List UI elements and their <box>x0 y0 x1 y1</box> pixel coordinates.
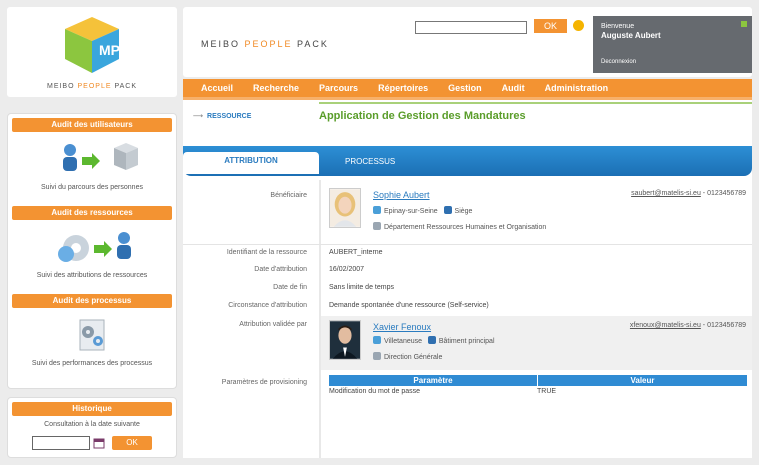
beneficiary-contact: saubert@matelis-si.eu - 0123456789 <box>631 190 746 197</box>
history-header: Historique <box>12 402 172 416</box>
calendar-icon[interactable] <box>93 437 105 449</box>
beneficiary-card: Sophie Aubert saubert@matelis-si.eu - 01… <box>321 184 752 240</box>
field-label: Date d'attribution <box>254 266 307 273</box>
user-box: Bienvenue Auguste Aubert Deconnexion <box>593 16 752 73</box>
nav-item-administration[interactable]: Administration <box>545 83 609 93</box>
audit-processes-link[interactable]: Suivi des performances des processus <box>8 308 176 378</box>
tab-attribution[interactable]: ATTRIBUTION <box>183 152 319 174</box>
column-header-parametre: Paramètre <box>413 376 453 385</box>
beneficiary-name[interactable]: Sophie Aubert <box>373 190 430 200</box>
beneficiary-department: Département Ressources Humaines et Organ… <box>373 222 546 231</box>
value-cell: TRUE <box>537 388 557 395</box>
field-value: Demande spontanée d'une ressource (Self-… <box>329 302 489 309</box>
location-icon <box>373 336 381 344</box>
department-icon <box>373 352 381 360</box>
logo-cube-icon: MP <box>65 17 120 73</box>
building-icon <box>427 336 436 344</box>
user-name: Auguste Aubert <box>601 31 661 40</box>
logout-link[interactable]: Deconnexion <box>601 58 636 67</box>
department-icon <box>373 222 381 230</box>
beneficiary-location: Epinay-sur-Seine Siège <box>373 206 472 215</box>
audit-users-header: Audit des utilisateurs <box>12 118 172 132</box>
nav-item-gestion[interactable]: Gestion <box>448 83 482 93</box>
provisioning-table: Paramètre Valeur Modification du mot de … <box>329 375 747 398</box>
beneficiary-email[interactable]: saubert@matelis-si.eu <box>631 190 701 197</box>
validator-contact: xfenoux@matelis-si.eu - 0123456789 <box>630 322 746 329</box>
validator-department: Direction Générale <box>373 352 442 361</box>
tab-processus[interactable]: PROCESSUS <box>345 157 395 166</box>
validator-avatar <box>329 320 361 360</box>
validator-label: Attribution validée par <box>239 321 307 328</box>
history-date-row: OK <box>32 436 152 452</box>
column-header-valeur: Valeur <box>537 375 747 386</box>
nav-item-parcours[interactable]: Parcours <box>319 83 358 93</box>
history-date-input[interactable] <box>32 436 90 450</box>
audit-resources-header: Audit des ressources <box>12 206 172 220</box>
left-column: MP MEIBO PEOPLE PACK Audit des utilisate… <box>7 7 177 458</box>
history-caption: Consultation à la date suivante <box>44 421 140 428</box>
validator-phone: - 0123456789 <box>700 322 746 329</box>
validator-card: Xavier Fenoux xfenoux@matelis-si.eu - 01… <box>321 316 752 370</box>
main-nav: Accueil Recherche Parcours Répertoires G… <box>183 79 752 100</box>
building-icon <box>443 206 452 214</box>
audit-panel: Audit des utilisateurs Suivi du parcours… <box>7 113 177 389</box>
breadcrumb[interactable]: ⟶ RESSOURCE <box>193 112 251 120</box>
audit-resources-link[interactable]: Suivi des attributions de ressources <box>8 220 176 290</box>
field-value: 16/02/2007 <box>329 266 365 273</box>
audit-processes-header: Audit des processus <box>12 294 172 308</box>
provisioning-label: Paramètres de provisioning <box>221 379 307 386</box>
status-indicator-icon <box>741 21 747 27</box>
search-ok-button[interactable]: OK <box>534 19 567 33</box>
nav-item-recherche[interactable]: Recherche <box>253 83 299 93</box>
search-input[interactable] <box>415 21 527 34</box>
field-label: Identifiant de la ressource <box>226 249 307 256</box>
audit-processes-caption: Suivi des performances des processus <box>31 360 153 367</box>
audit-resources-caption: Suivi des attributions de ressources <box>36 272 148 279</box>
user-greeting: Bienvenue <box>601 23 635 30</box>
validator-name[interactable]: Xavier Fenoux <box>373 322 431 332</box>
logo-initials: MP <box>99 42 120 58</box>
nav-item-audit[interactable]: Audit <box>502 83 525 93</box>
beneficiary-phone: - 0123456789 <box>700 190 746 197</box>
top-header: MEIBO PEOPLE PACK OK Bienvenue Auguste A… <box>183 7 752 77</box>
arrow-right-icon: ⟶ <box>193 113 204 120</box>
tab-bar: ATTRIBUTION PROCESSUS <box>183 146 752 176</box>
validator-location: Villetaneuse Bâtiment principal <box>373 336 495 345</box>
title-divider <box>319 102 752 104</box>
nav-item-accueil[interactable]: Accueil <box>201 83 233 93</box>
user-transfer-icon <box>63 143 138 171</box>
field-value: AUBERT_interne <box>329 249 383 256</box>
field-label: Date de fin <box>273 284 307 291</box>
beneficiary-avatar <box>329 188 361 228</box>
section-divider <box>183 244 752 245</box>
table-row: Modification du mot de passe TRUE <box>329 386 747 398</box>
page-title: Application de Gestion des Mandatures <box>319 110 526 122</box>
table-header: Paramètre Valeur <box>329 375 747 386</box>
param-cell: Modification du mot de passe <box>329 388 421 395</box>
help-icon[interactable] <box>573 20 584 31</box>
nav-item-repertoires[interactable]: Répertoires <box>378 83 428 93</box>
logo-box: MP MEIBO PEOPLE PACK <box>7 7 177 97</box>
audit-users-link[interactable]: Suivi du parcours des personnes <box>8 132 176 202</box>
field-value: Sans limite de temps <box>329 284 394 291</box>
field-label: Circonstance d'attribution <box>228 302 307 309</box>
history-panel: Historique Consultation à la date suivan… <box>7 397 177 458</box>
app-name: MEIBO PEOPLE PACK <box>201 39 329 49</box>
resource-assign-icon <box>58 232 131 262</box>
main-content: ⟶ RESSOURCE Application de Gestion des Ma… <box>183 100 752 458</box>
validator-email[interactable]: xfenoux@matelis-si.eu <box>630 322 701 329</box>
audit-users-caption: Suivi du parcours des personnes <box>41 184 143 191</box>
history-ok-button[interactable]: OK <box>112 436 152 450</box>
process-gears-icon <box>79 319 105 351</box>
beneficiary-label: Bénéficiaire <box>270 192 307 199</box>
location-icon <box>373 206 381 214</box>
logo-text: MEIBO PEOPLE PACK <box>46 83 138 90</box>
